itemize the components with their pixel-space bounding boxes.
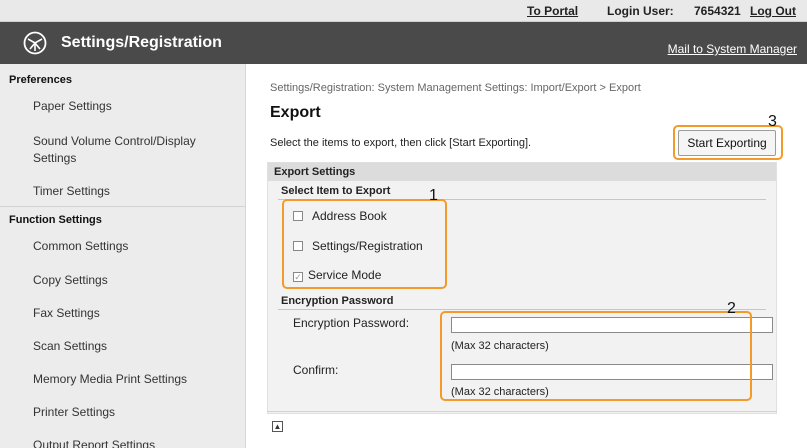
sidebar-item-paper-settings[interactable]: Paper Settings [33,98,233,115]
login-user-id: 7654321 [694,4,741,18]
sidebar-divider [0,206,245,207]
encryption-password-heading: Encryption Password [281,295,394,307]
sidebar: Preferences Paper Settings Sound Volume … [0,64,246,448]
export-settings-header: Export Settings [268,163,776,181]
callout-number-3: 3 [768,113,777,130]
callout-number-2: 2 [727,300,736,317]
callout-highlight-start-button [673,125,783,160]
page-title: Export [270,104,321,121]
mail-system-manager-link[interactable]: Mail to System Manager [668,42,797,56]
sidebar-heading-preferences: Preferences [9,74,72,86]
breadcrumb: Settings/Registration: System Management… [270,82,641,94]
sidebar-item-output-report-settings[interactable]: Output Report Settings [33,437,233,448]
page-header-title: Settings/Registration [61,34,222,51]
sidebar-item-sound-volume-display[interactable]: Sound Volume Control/Display Settings [33,133,233,167]
settings-registration-icon [23,31,47,55]
content-divider [267,411,777,412]
sidebar-item-scan-settings[interactable]: Scan Settings [33,338,233,355]
sidebar-item-fax-settings[interactable]: Fax Settings [33,305,233,322]
logout-link[interactable]: Log Out [750,4,796,18]
instruction-text: Select the items to export, then click [… [270,137,532,149]
section-divider [278,309,766,310]
sidebar-item-printer-settings[interactable]: Printer Settings [33,404,233,421]
export-settings-heading: Export Settings [274,166,356,178]
callout-highlight-export-items [282,199,447,289]
sidebar-item-copy-settings[interactable]: Copy Settings [33,272,233,289]
sidebar-item-memory-media-print[interactable]: Memory Media Print Settings [33,371,233,388]
scroll-to-top-icon[interactable]: ▲ [272,421,283,432]
login-user-label: Login User: [607,4,674,18]
callout-number-1: 1 [429,187,438,204]
top-bar: To Portal Login User: 7654321 Log Out [0,0,807,22]
header-bar: Settings/Registration Mail to System Man… [0,22,807,64]
encryption-password-label: Encryption Password: [293,316,410,330]
sidebar-item-timer-settings[interactable]: Timer Settings [33,183,233,200]
confirm-password-label: Confirm: [293,363,339,377]
sidebar-item-common-settings[interactable]: Common Settings [33,238,233,255]
sidebar-heading-function-settings: Function Settings [9,214,102,226]
select-item-heading: Select Item to Export [281,185,391,197]
callout-highlight-password-fields [440,311,752,401]
portal-link[interactable]: To Portal [527,4,578,18]
